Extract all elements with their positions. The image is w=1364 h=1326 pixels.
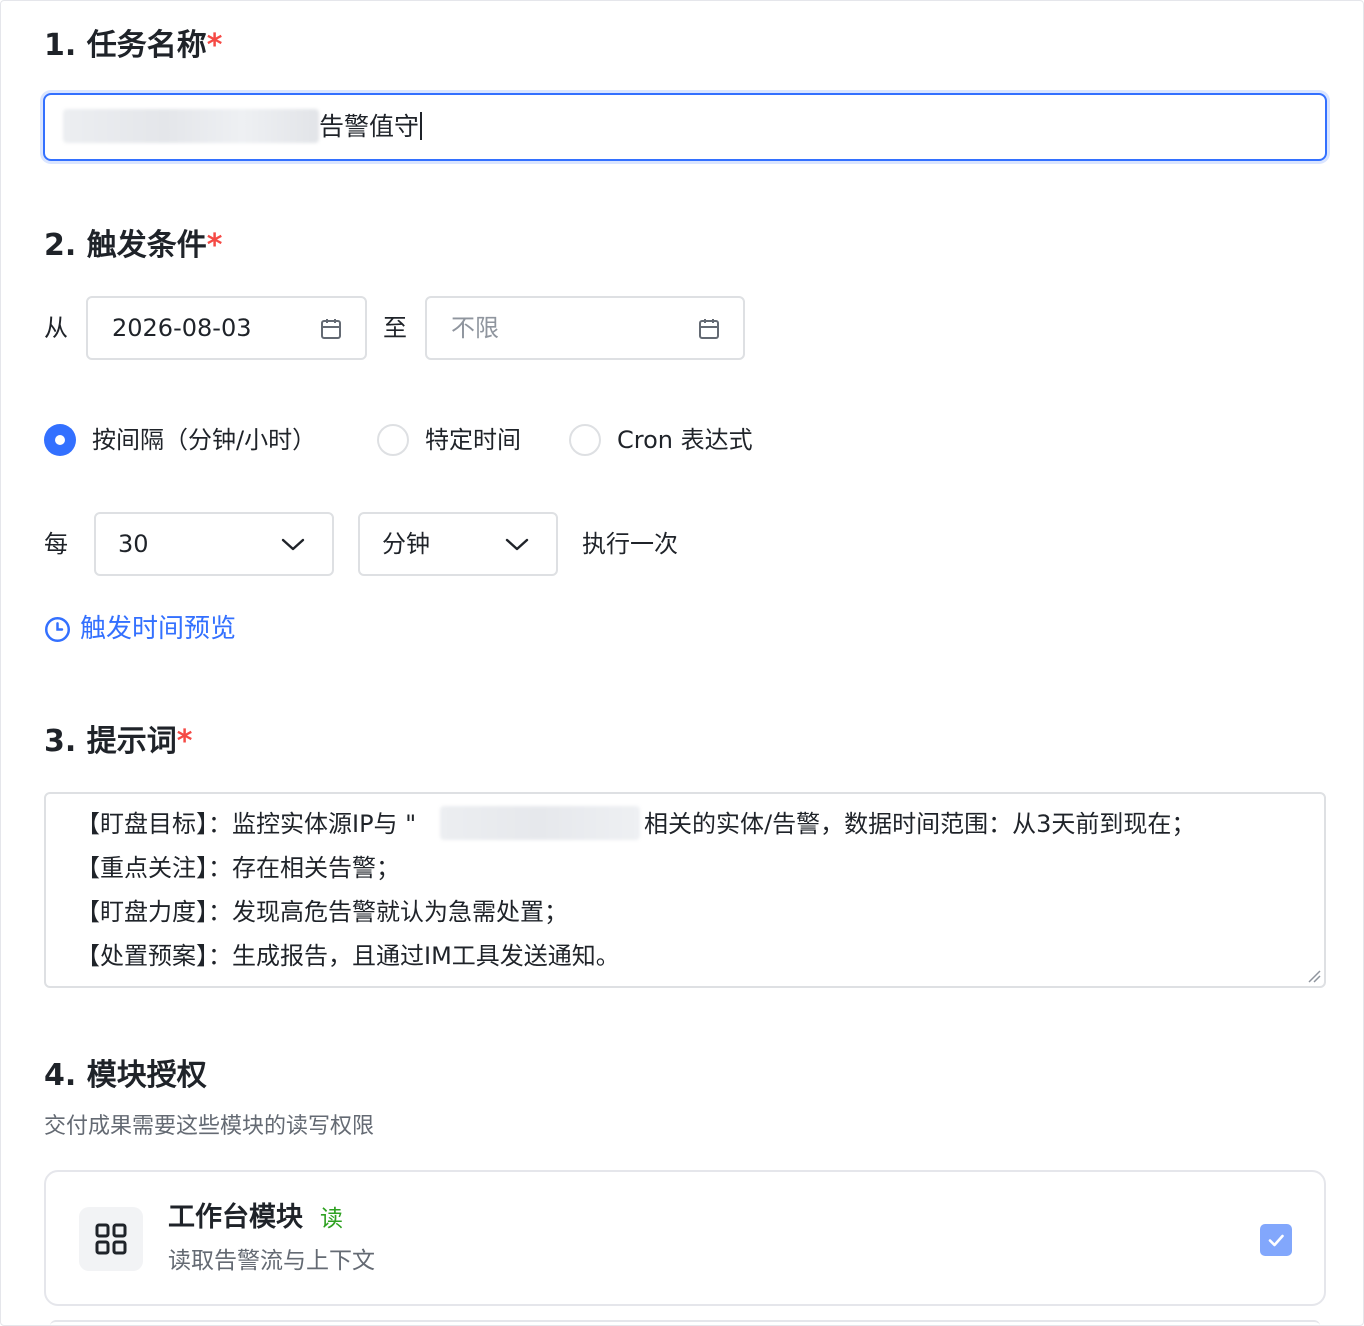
from-label: 从 bbox=[44, 314, 68, 342]
radio-cron[interactable] bbox=[569, 424, 601, 456]
section-title-text: 3. 提示词 bbox=[44, 724, 177, 759]
prompt-line-4: 【处置预案】：生成报告，且通过IM工具发送通知。 bbox=[76, 942, 620, 970]
chevron-down-icon bbox=[280, 536, 306, 554]
unit-value: 分钟 bbox=[382, 530, 430, 558]
task-name-value-text: 告警值守 bbox=[319, 112, 420, 141]
module-card-workbench[interactable]: 工作台模块 读 读取告警流与上下文 bbox=[44, 1170, 1326, 1306]
prompt-textarea[interactable]: 【盯盘目标】：监控实体源IP与 " 相关的实体/告警，数据时间范围：从3天前到现… bbox=[44, 792, 1326, 988]
task-name-value: 告警值守 bbox=[319, 111, 423, 143]
clock-icon[interactable] bbox=[44, 616, 71, 643]
chevron-down-icon bbox=[504, 536, 530, 554]
prompt-line-1: 【盯盘目标】：监控实体源IP与 " bbox=[76, 808, 416, 840]
calendar-icon bbox=[697, 317, 721, 341]
module-permission-tag: 读 bbox=[320, 1206, 343, 1232]
grid-icon bbox=[79, 1207, 143, 1271]
section-title-prompt: 3. 提示词* bbox=[44, 722, 192, 762]
redacted-text bbox=[440, 806, 640, 840]
to-label: 至 bbox=[383, 314, 407, 342]
modules-subtitle: 交付成果需要这些模块的读写权限 bbox=[44, 1114, 375, 1139]
section-title-text: 1. 任务名称 bbox=[44, 28, 207, 63]
radio-cron-label[interactable]: Cron 表达式 bbox=[617, 424, 753, 456]
module-checkbox[interactable] bbox=[1260, 1224, 1292, 1256]
task-name-input[interactable]: 告警值守 bbox=[43, 93, 1327, 161]
run-once-label: 执行一次 bbox=[582, 530, 678, 558]
section-title-trigger: 2. 触发条件* bbox=[44, 226, 222, 266]
redacted-text bbox=[63, 109, 319, 143]
end-date-placeholder: 不限 bbox=[451, 314, 499, 342]
required-mark: * bbox=[176, 724, 193, 759]
prompt-line-1-suffix: 相关的实体/告警，数据时间范围：从3天前到现在； bbox=[644, 810, 1196, 838]
radio-specific-time[interactable] bbox=[377, 424, 409, 456]
interval-select[interactable]: 30 bbox=[94, 512, 334, 576]
required-mark: * bbox=[206, 228, 223, 263]
text-caret bbox=[420, 112, 423, 140]
section-title-task-name: 1. 任务名称* bbox=[44, 26, 222, 66]
start-date-picker[interactable]: 2026-08-03 bbox=[86, 296, 367, 360]
module-name: 工作台模块 bbox=[168, 1202, 303, 1233]
calendar-icon bbox=[319, 317, 343, 341]
resize-handle-icon[interactable] bbox=[1307, 969, 1321, 983]
interval-value: 30 bbox=[118, 530, 149, 558]
prompt-line-3: 【盯盘力度】：发现高危告警就认为急需处置； bbox=[76, 898, 568, 926]
module-description: 读取告警流与上下文 bbox=[168, 1248, 375, 1274]
check-icon bbox=[1268, 1234, 1284, 1247]
end-date-picker[interactable]: 不限 bbox=[425, 296, 745, 360]
required-mark: * bbox=[206, 28, 223, 63]
prompt-line-1-prefix: 【盯盘目标】：监控实体源IP与 " bbox=[76, 810, 417, 838]
section-title-text: 2. 触发条件 bbox=[44, 228, 207, 263]
start-date-value: 2026-08-03 bbox=[112, 314, 252, 342]
next-module-card-edge bbox=[50, 1320, 1320, 1326]
radio-interval[interactable] bbox=[44, 424, 76, 456]
prompt-line-2: 【重点关注】：存在相关告警； bbox=[76, 854, 400, 882]
section-title-modules: 4. 模块授权 bbox=[44, 1058, 207, 1093]
every-label: 每 bbox=[44, 530, 68, 558]
radio-specific-time-label[interactable]: 特定时间 bbox=[425, 424, 521, 456]
unit-select[interactable]: 分钟 bbox=[358, 512, 558, 576]
trigger-preview-link[interactable]: 触发时间预览 bbox=[80, 612, 236, 646]
radio-interval-label[interactable]: 按间隔（分钟/小时） bbox=[92, 424, 316, 456]
